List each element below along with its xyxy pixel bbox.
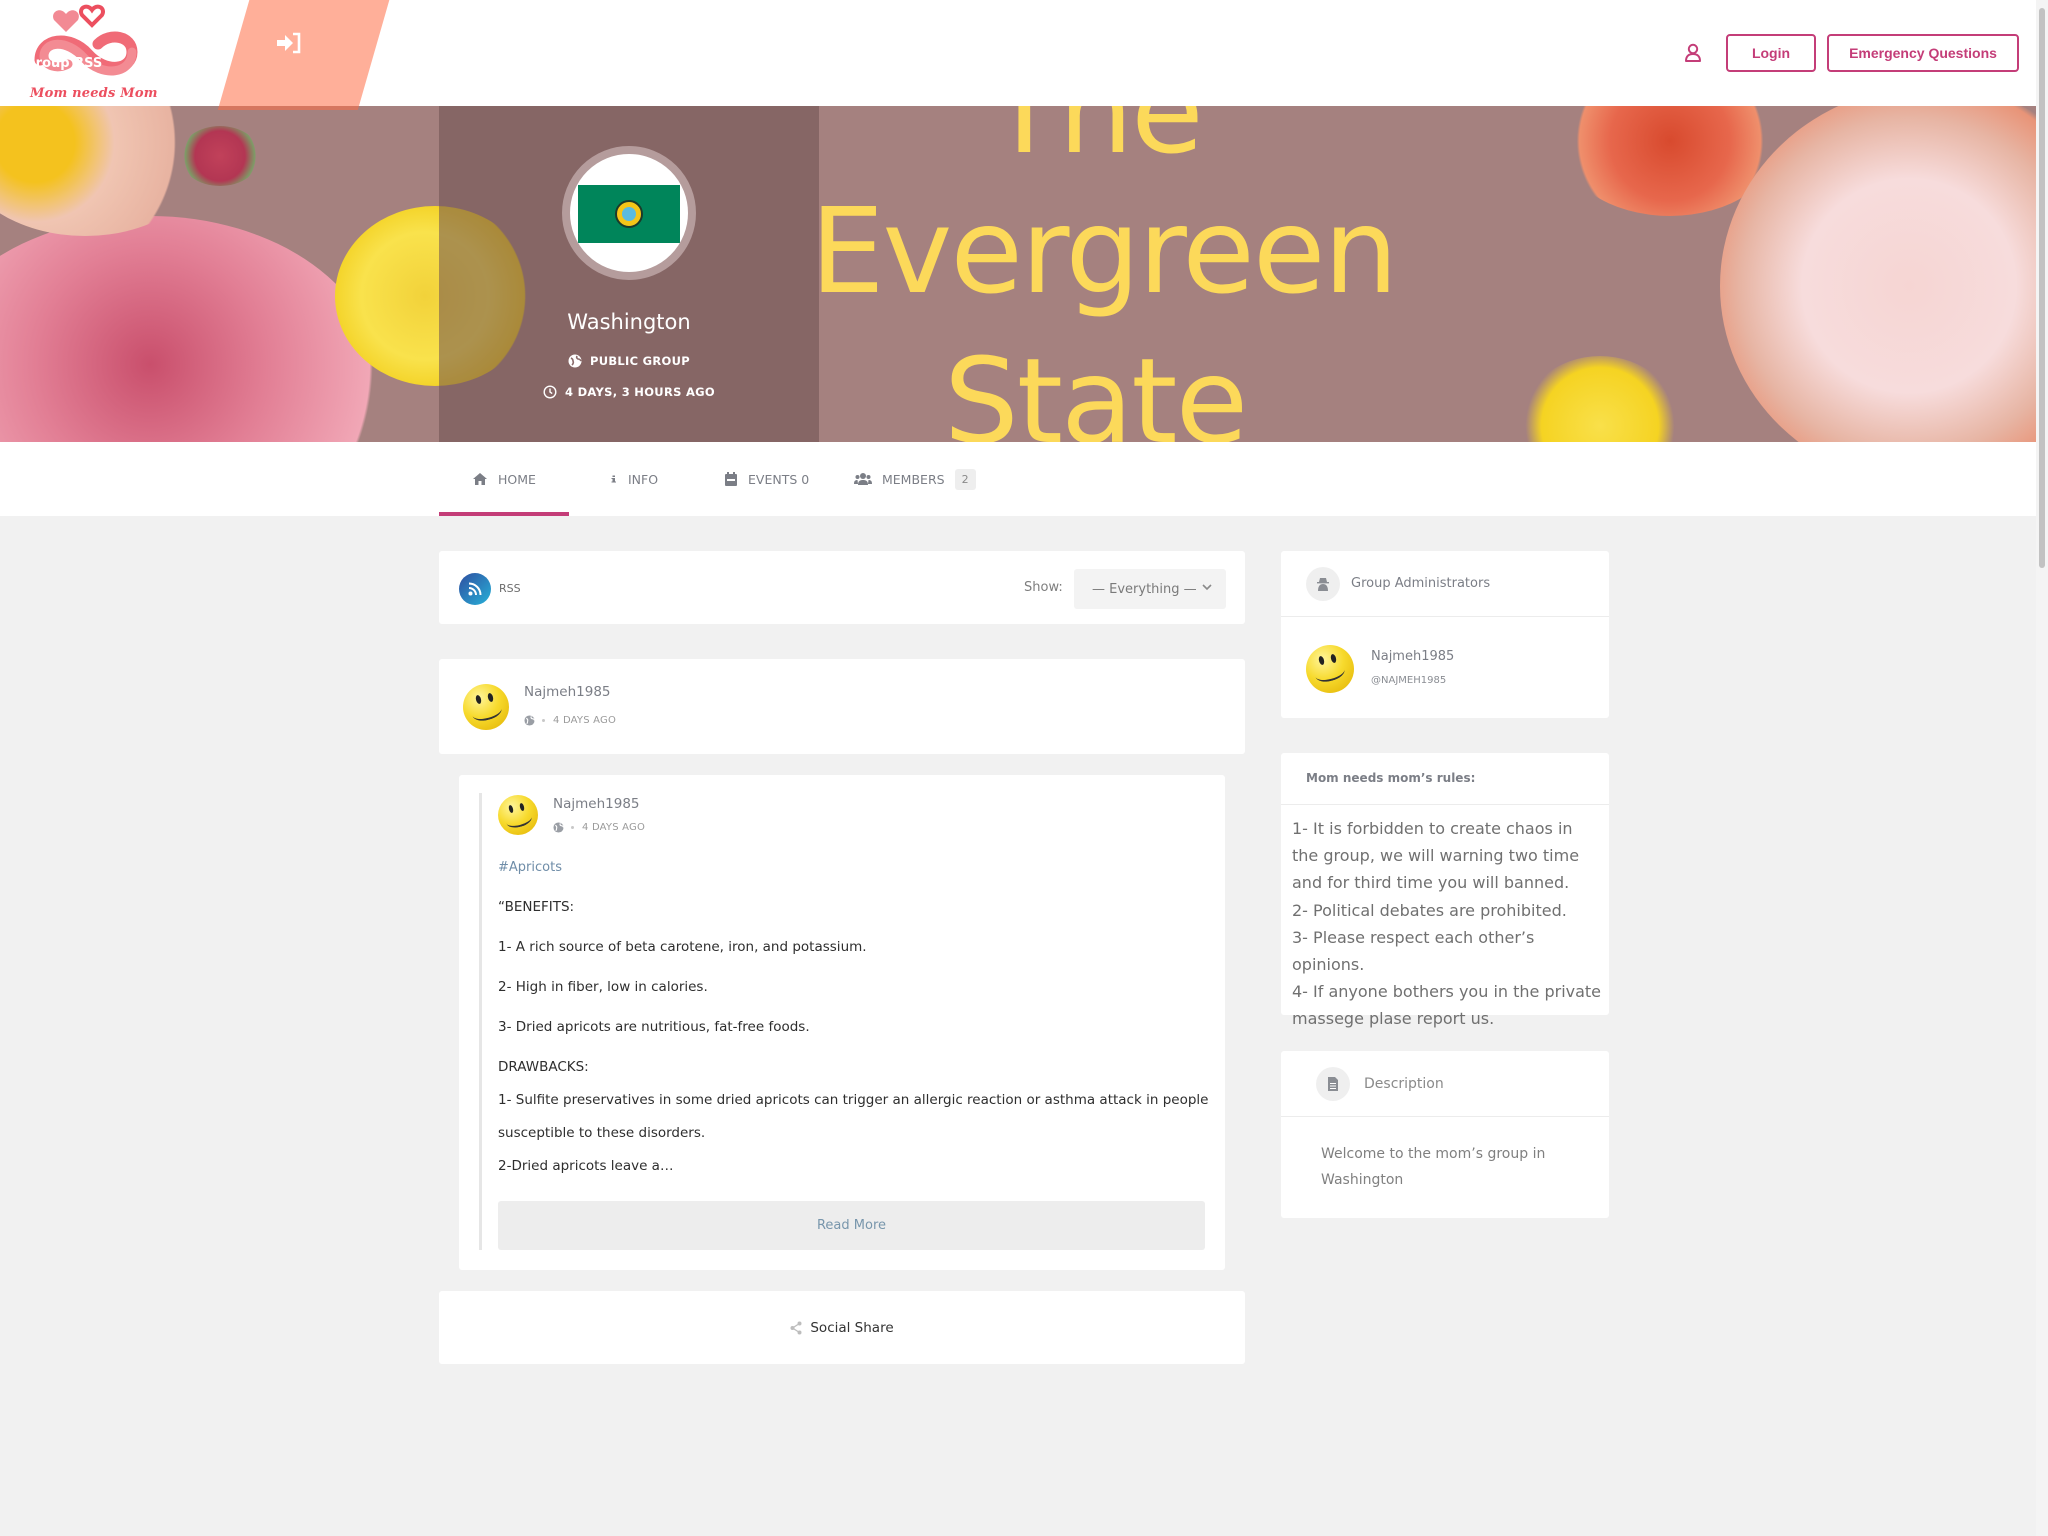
post-text-line: susceptible to these disorders.	[498, 1125, 706, 1141]
document-icon-circle	[1316, 1067, 1350, 1101]
cover-title-line: State	[943, 332, 1248, 442]
tab-label: EVENTS 0	[748, 471, 810, 487]
shared-post-meta: 4 DAYS AGO	[553, 822, 645, 833]
cover-flower-decoration	[180, 126, 260, 186]
scrollbar-thumb[interactable]	[2039, 8, 2045, 568]
rss-feed-button[interactable]	[459, 573, 491, 605]
emergency-questions-button[interactable]: Emergency Questions	[1827, 34, 2019, 72]
admin-name[interactable]: Najmeh1985	[1371, 649, 1454, 664]
shared-post-time[interactable]: 4 DAYS AGO	[582, 822, 645, 833]
shared-author-name[interactable]: Najmeh1985	[553, 796, 640, 812]
page-scrollbar[interactable]	[2036, 0, 2048, 1536]
post-text-line: 1- Sulfite preservatives in some dried a…	[498, 1092, 1209, 1108]
cover-title-line: Evergreen	[810, 182, 1398, 320]
activity-post-header: Najmeh1985 4 DAYS AGO	[439, 659, 1245, 754]
description-text: Welcome to the mom’s group in Washington	[1321, 1146, 1546, 1188]
post-text-line: 2- High in fiber, low in calories.	[498, 979, 708, 995]
cover-flower-decoration	[0, 216, 380, 442]
group-avatar[interactable]	[562, 146, 696, 280]
group-administrators-widget: Group Administrators Najmeh1985 @NAJMEH1…	[1281, 551, 1609, 718]
admin-icon-circle	[1306, 567, 1340, 601]
group-privacy: PUBLIC GROUP	[439, 354, 819, 368]
users-icon	[854, 473, 872, 485]
logo-text: Mom needs Mom	[30, 86, 158, 101]
group-type-label: PUBLIC GROUP	[589, 354, 691, 368]
tab-label: INFO	[628, 471, 659, 487]
share-icon	[790, 1321, 802, 1334]
shared-activity-post: Najmeh1985 4 DAYS AGO #Apricots “BENEFIT…	[459, 775, 1225, 1270]
login-button[interactable]: Login	[1726, 34, 1816, 72]
admin-icon	[1317, 578, 1329, 591]
widget-title: Description	[1364, 1076, 1444, 1092]
info-icon	[611, 475, 616, 483]
admin-handle: @NAJMEH1985	[1371, 675, 1447, 686]
post-text-line: 2-Dried apricots leave a…	[498, 1158, 674, 1174]
post-text-line: “BENEFITS:	[498, 899, 575, 915]
group-rules-widget: Mom needs mom’s rules: 1- It is forbidde…	[1281, 753, 1609, 1028]
separator-dot	[542, 719, 545, 722]
activity-filter-bar: RSS Show: — Everything —	[439, 551, 1245, 624]
infinity-hearts-logo-icon	[34, 4, 138, 76]
post-text-line: 3- Dried apricots are nutritious, fat-fr…	[498, 1019, 810, 1035]
post-time[interactable]: 4 DAYS AGO	[553, 715, 616, 726]
activity-filter-select[interactable]: — Everything —	[1074, 569, 1226, 609]
hashtag-link[interactable]: #Apricots	[498, 860, 562, 875]
calendar-icon	[725, 472, 737, 486]
group-time-label: 4 DAYS, 3 HOURS AGO	[564, 385, 716, 399]
tab-home[interactable]: HOME	[472, 442, 536, 516]
widget-header: Group Administrators	[1281, 551, 1609, 617]
group-activity-time: 4 DAYS, 3 HOURS AGO	[439, 385, 819, 399]
widget-header: Mom needs mom’s rules:	[1281, 753, 1609, 805]
group-tabs: HOME INFO EVENTS 0 MEMBERS 2	[0, 442, 2036, 516]
globe-icon	[568, 354, 582, 368]
rss-label[interactable]: RSS	[499, 582, 521, 595]
cover-title-line: The	[988, 106, 1203, 180]
sign-in-icon	[277, 32, 301, 54]
group-info-panel: Washington PUBLIC GROUP 4 DAYS, 3 HOURS …	[439, 106, 819, 442]
group-name: Washington	[567, 310, 691, 334]
widget-title: Group Administrators	[1351, 576, 1491, 591]
cover-flower-decoration	[1520, 356, 1680, 442]
tab-members[interactable]: MEMBERS 2	[854, 442, 976, 516]
rss-icon	[468, 582, 482, 596]
post-text-line: 1- A rich source of beta carotene, iron,…	[498, 939, 867, 955]
group-description-widget: Description Welcome to the mom’s group i…	[1281, 1051, 1609, 1218]
chevron-down-icon	[1202, 584, 1212, 591]
widget-title: Mom needs mom’s rules:	[1306, 771, 1476, 785]
author-avatar[interactable]	[463, 684, 509, 730]
washington-flag-icon	[578, 185, 680, 243]
tab-label: MEMBERS	[882, 471, 945, 487]
rules-text: 1- It is forbidden to create chaos in th…	[1292, 819, 1602, 1029]
quote-bar	[479, 793, 482, 1250]
social-share-label: Social Share	[810, 1319, 894, 1336]
globe-icon	[553, 822, 564, 833]
selected-filter-value: — Everything —	[1092, 581, 1197, 597]
active-tab-indicator	[439, 512, 569, 516]
admin-avatar[interactable]	[1306, 645, 1354, 693]
group-cover-banner: The Evergreen State Washington PUBLIC GR…	[0, 106, 2036, 442]
post-meta: 4 DAYS AGO	[524, 715, 616, 726]
tab-info[interactable]: INFO	[610, 442, 658, 516]
post-text-line: DRAWBACKS:	[498, 1059, 589, 1075]
shared-author-avatar[interactable]	[498, 795, 538, 835]
read-more-button[interactable]: Read More	[498, 1201, 1205, 1250]
members-count-badge: 2	[954, 468, 976, 490]
tab-label: HOME	[498, 471, 536, 487]
social-share-button[interactable]: Social Share	[439, 1291, 1245, 1364]
clock-icon	[543, 385, 557, 399]
rss-icon	[25, 16, 47, 38]
separator-dot	[571, 826, 574, 829]
state-seal-icon	[615, 200, 643, 228]
show-filter-label: Show:	[1024, 580, 1063, 595]
globe-icon	[524, 715, 535, 726]
tab-events[interactable]: EVENTS 0	[724, 442, 809, 516]
home-icon	[473, 473, 487, 485]
document-icon	[1328, 1077, 1338, 1091]
post-author-name[interactable]: Najmeh1985	[524, 684, 611, 700]
user-icon[interactable]	[1684, 43, 1702, 63]
group-rss-label: Group RSS	[25, 56, 103, 71]
widget-header: Description	[1281, 1051, 1609, 1117]
